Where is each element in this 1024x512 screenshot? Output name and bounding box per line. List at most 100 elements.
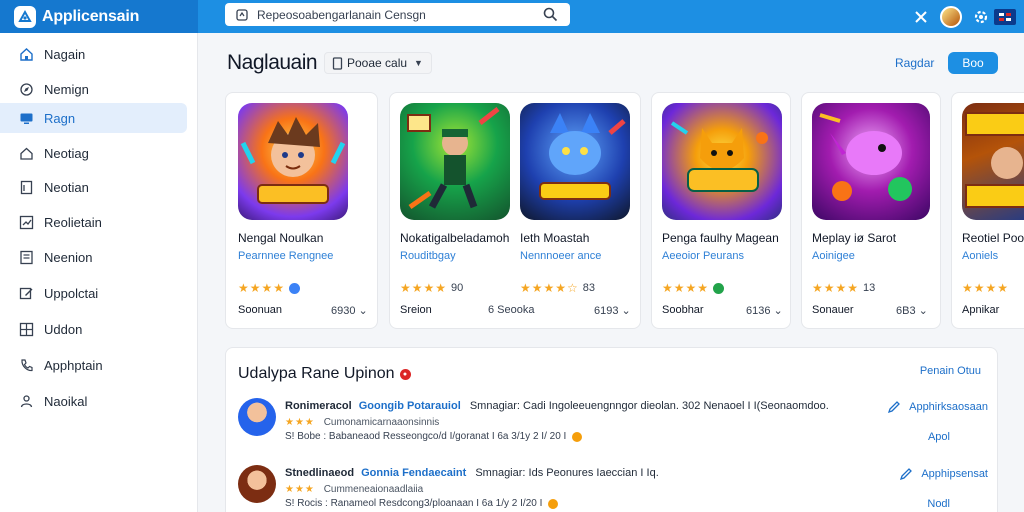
sidebar-item-nagain[interactable]: Nagain [0,39,187,69]
coin-icon [548,498,559,509]
app-size: 6930 [331,305,356,317]
chevron-down-icon: ⌄ [773,305,783,317]
app-item[interactable]: Penga faulhy Magean Aeeoior Peurans ★★★★… [652,93,792,330]
app-size-dropdown[interactable]: 6193 ⌄ [594,304,631,317]
avatar[interactable] [238,465,276,503]
coin-icon [572,431,583,442]
app-developer[interactable]: Aoniels [962,250,998,262]
header-link[interactable]: Ragdar [895,56,934,70]
rating-count: 90 [451,282,464,294]
rating-count: 13 [863,282,876,294]
sidebar-item-uppolctai[interactable]: Uppolctai [0,278,187,308]
app-rating: ★★★★ [962,281,1009,295]
sidebar-item-neotiag[interactable]: Neotiag [0,138,187,168]
app-item[interactable]: Nokatigalbeladamoh Rouditbgay ★★★★ 90 Sre… [390,93,512,330]
edit-icon [888,401,901,414]
review-header: Stnedlinaeod Gonnia Fendaecaint Smnagiar… [285,467,659,479]
app-thumbnail [962,103,1024,220]
sidebar-item-nemign[interactable]: Nemign [0,74,187,104]
sidebar-item-label: Neenion [44,249,93,265]
star-rating-icon: ★★★★ [962,281,1010,295]
app-developer[interactable]: Pearnnee Rengnee [238,250,333,262]
search-bar[interactable] [225,3,570,26]
reply-button[interactable]: Nodl [927,498,950,510]
sidebar-item-label: Ragn [44,110,76,126]
search-icon[interactable] [543,7,558,27]
review-meta: ★★★ Cummeneaionaadlaiia [285,484,423,495]
star-rating-icon: ★★★ [285,484,315,495]
search-input[interactable] [257,7,560,22]
app-card[interactable]: Penga faulhy Magean Aeeoior Peurans ★★★★… [651,92,791,329]
review-action[interactable]: Apphirksaosaan [887,400,988,414]
app-name: Nengal Noulkan [238,231,324,245]
primary-button[interactable]: Boo [948,52,998,74]
app-card[interactable]: Meplay iø Sarot Aoinigee ★★★★ 13 Sonauer … [801,92,941,329]
monitor-icon [18,110,34,126]
app-size-dropdown[interactable]: 6B3 ⌄ [896,304,928,317]
review-action[interactable]: Apphipsensat [899,467,988,481]
reply-button[interactable]: Apol [928,431,950,443]
app-category: Sreion [400,304,432,316]
sidebar-item-uddon[interactable]: Uddon [0,314,187,344]
app-thumbnail [812,103,930,220]
app-thumbnail [662,103,782,220]
app-meta: 6 Seooka [488,304,535,316]
chevron-down-icon: ⌄ [358,305,368,317]
reviews-title-text: Udalypa Rane Upinon [238,365,395,382]
reviews-title: Udalypa Rane Upinon ● [238,365,411,383]
app-item[interactable]: Reotiel Poor Aoniels ★★★★ Apnikar [952,93,1024,330]
sidebar-item-label: Nagain [44,46,86,62]
app-developer[interactable]: Aeeoior Peurans [662,250,744,262]
app-category: Apnikar [962,304,1000,316]
sidebar-item-apphptain[interactable]: Apphptain [0,350,187,380]
chevron-down-icon: ⌄ [918,305,928,317]
app-size: 6193 [594,305,619,317]
language-flag-icon[interactable] [994,8,1016,25]
chevron-down-icon: ▼ [414,58,423,68]
edit-icon [900,468,913,481]
app-name: Meplay iø Sarot [812,231,897,245]
sidebar-item-label: Nemign [44,81,89,97]
review-app-name[interactable]: Gonnia Fendaecaint [361,467,466,479]
app-item[interactable]: Meplay iø Sarot Aoinigee ★★★★ 13 Sonauer … [802,93,942,330]
app-developer-link[interactable]: 6 Seooka [488,304,534,316]
app-developer[interactable]: Rouditbgay [400,250,456,262]
app-card[interactable]: Reotiel Poor Aoniels ★★★★ Apnikar [951,92,1024,329]
review-app-name[interactable]: Goongib Potarauiol [359,400,461,412]
avatar[interactable] [238,398,276,436]
app-rating: ★★★★ [238,281,301,295]
filter-icon [332,57,343,73]
house-icon [18,145,34,161]
list-icon [18,249,34,265]
app-card[interactable]: Nokatigalbeladamoh Rouditbgay ★★★★ 90 Sre… [389,92,641,329]
sidebar-item-ragn[interactable]: Ragn [0,103,187,133]
star-rating-icon: ★★★ [285,417,315,428]
sidebar-item-neenion[interactable]: Neenion [0,242,187,272]
app-thumbnail [238,103,348,220]
review-meta-text: Cummeneaionaadlaiia [323,484,424,495]
sidebar-item-neotian[interactable]: Neotian [0,172,187,202]
sidebar-item-reolietain[interactable]: Reolietain [0,207,187,237]
gear-icon[interactable] [968,4,994,30]
reviews-link[interactable]: Penain Otuu [920,365,981,377]
star-rating-icon: ★★★★ [400,281,448,295]
app-card[interactable]: Nengal Noulkan Pearnnee Rengnee ★★★★ Soo… [225,92,378,329]
app-size-dropdown[interactable]: 6136 ⌄ [746,304,783,317]
app-name: Nokatigalbeladamoh [400,231,510,245]
close-icon[interactable] [908,4,934,30]
filter-label: Pooae calu [347,56,408,70]
app-title: Applicensain [42,7,140,25]
app-developer[interactable]: Aoinigee [812,250,855,262]
app-developer[interactable]: Nennnoeer ance [520,250,601,262]
review-username[interactable]: Ronimeracol [285,400,352,412]
app-item[interactable]: Ieth Moastah Nennnoeer ance ★★★★☆ 83 6 Se… [488,93,642,330]
sidebar-item-naoikal[interactable]: Naoikal [0,386,187,416]
app-item[interactable]: Nengal Noulkan Pearnnee Rengnee ★★★★ Soo… [226,93,379,330]
app-size-dropdown[interactable]: 6930 ⌄ [331,304,368,317]
filter-dropdown[interactable]: Pooae calu ▼ [324,52,432,74]
brand[interactable]: Applicensain [0,0,198,33]
search-bar-leading-icon [235,8,249,27]
app-category: Sonauer [812,304,854,316]
user-avatar[interactable] [938,4,964,30]
review-username[interactable]: Stnedlinaeod [285,467,354,479]
